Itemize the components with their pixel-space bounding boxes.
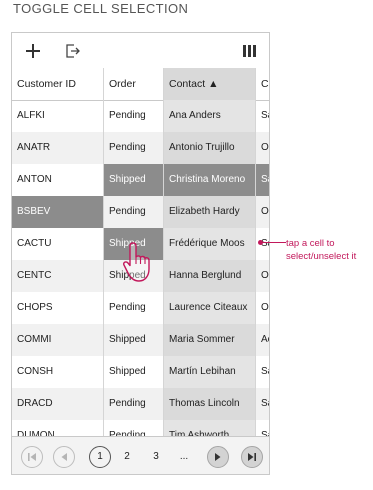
prev-page-icon (61, 453, 67, 461)
cell-contact[interactable]: Frédérique Moos (164, 228, 256, 260)
cell-order[interactable]: Shipped (104, 356, 164, 388)
cell-company[interactable]: O (256, 292, 269, 324)
table-row[interactable]: ANATR Pending Antonio Trujillo O (12, 132, 269, 164)
cell-order[interactable]: Pending (104, 388, 164, 420)
table-row[interactable]: DUMONPendingTim AshworthSa (12, 420, 269, 436)
last-page-button[interactable] (241, 446, 263, 468)
page-1-button[interactable]: 1 (89, 446, 111, 468)
cell-company[interactable]: O (256, 260, 269, 292)
cell-company[interactable]: Ac (256, 324, 269, 356)
cell-customer-id[interactable]: ANATR (12, 132, 104, 164)
page-3-button[interactable]: 3 (145, 446, 167, 468)
cell-customer-id[interactable]: CACTU (12, 228, 104, 260)
cell-order[interactable]: Pending (104, 100, 164, 132)
grid-toolbar (12, 33, 269, 69)
cell-customer-id[interactable]: BSBEV (12, 196, 104, 228)
more-pages-button[interactable]: ... (173, 446, 195, 468)
cell-contact[interactable]: Martín Lebihan (164, 356, 256, 388)
cell-customer-id[interactable]: CHOPS (12, 292, 104, 324)
cell-customer-id[interactable]: CENTC (12, 260, 104, 292)
table-row[interactable]: CHOPS Pending Laurence Citeaux O (12, 292, 269, 324)
cell-contact[interactable]: Laurence Citeaux (164, 292, 256, 324)
first-page-icon (28, 453, 36, 461)
cell-order[interactable]: Pending (104, 292, 164, 324)
cell-customer-id[interactable]: DUMON (12, 420, 104, 436)
table-row[interactable]: ANTONShippedChristina MorenoSa (12, 164, 269, 196)
cell-company[interactable]: O (256, 196, 269, 228)
cell-company[interactable]: O (256, 132, 269, 164)
table-row[interactable]: DRACDPendingThomas LincolnSa (12, 388, 269, 420)
pager: 1 2 3 ... (12, 436, 269, 474)
cell-order[interactable]: Pending (104, 196, 164, 228)
cell-customer-id[interactable]: CONSH (12, 356, 104, 388)
cell-company[interactable]: Sa (256, 100, 269, 132)
cell-contact[interactable]: Elizabeth Hardy (164, 196, 256, 228)
cell-customer-id[interactable]: ALFKI (12, 100, 104, 132)
export-button[interactable] (62, 33, 84, 68)
cell-customer-id[interactable]: DRACD (12, 388, 104, 420)
header-company[interactable]: Co (256, 68, 269, 100)
cell-contact[interactable]: Tim Ashworth (164, 420, 256, 436)
cell-company[interactable]: Sa (256, 420, 269, 436)
column-chooser-button[interactable] (238, 33, 260, 68)
cell-company[interactable]: Sa (256, 164, 269, 196)
cell-contact[interactable]: Ana Anders (164, 100, 256, 132)
cell-contact[interactable]: Thomas Lincoln (164, 388, 256, 420)
column-chooser-icon (242, 44, 256, 57)
cell-contact[interactable]: Antonio Trujillo (164, 132, 256, 164)
tap-hint-line-1: tap a cell to (286, 238, 335, 249)
cell-company[interactable]: Sa (256, 356, 269, 388)
page-title: TOGGLE CELL SELECTION (13, 1, 189, 16)
next-page-icon (215, 453, 221, 461)
tap-hint: tap a cell to select/unselect it (286, 237, 356, 263)
cell-order[interactable]: Shipped (104, 324, 164, 356)
plus-icon (26, 43, 40, 58)
table-row[interactable]: ALFKIPendingAna AndersSa (12, 100, 269, 132)
first-page-button[interactable] (21, 446, 43, 468)
header-order[interactable]: Order (104, 68, 164, 100)
last-page-icon (248, 453, 256, 461)
header-customer-id[interactable]: Customer ID (12, 68, 104, 100)
header-contact[interactable]: Contact ▲ (164, 68, 256, 100)
cell-customer-id[interactable]: ANTON (12, 164, 104, 196)
cell-contact[interactable]: Hanna Berglund (164, 260, 256, 292)
cell-customer-id[interactable]: COMMI (12, 324, 104, 356)
add-button[interactable] (22, 33, 44, 68)
cell-contact[interactable]: Maria Sommer (164, 324, 256, 356)
tap-hand-icon (123, 242, 150, 282)
grid-header: Customer ID Order Contact ▲ Co (12, 68, 269, 101)
page-2-button[interactable]: 2 (116, 446, 138, 468)
tap-hint-line-2: select/unselect it (286, 251, 357, 262)
cell-contact[interactable]: Christina Moreno (164, 164, 256, 196)
cell-company[interactable]: Sa (256, 388, 269, 420)
table-row[interactable]: CONSHShippedMartín LebihanSa (12, 356, 269, 388)
table-row[interactable]: COMMIShippedMaria SommerAc (12, 324, 269, 356)
callout-line (260, 242, 286, 243)
prev-page-button[interactable] (53, 446, 75, 468)
table-row[interactable]: BSBEV Pending Elizabeth Hardy O (12, 196, 269, 228)
cell-order[interactable]: Pending (104, 420, 164, 436)
export-icon (66, 43, 80, 58)
next-page-button[interactable] (207, 446, 229, 468)
cell-order[interactable]: Shipped (104, 164, 164, 196)
cell-order[interactable]: Pending (104, 132, 164, 164)
